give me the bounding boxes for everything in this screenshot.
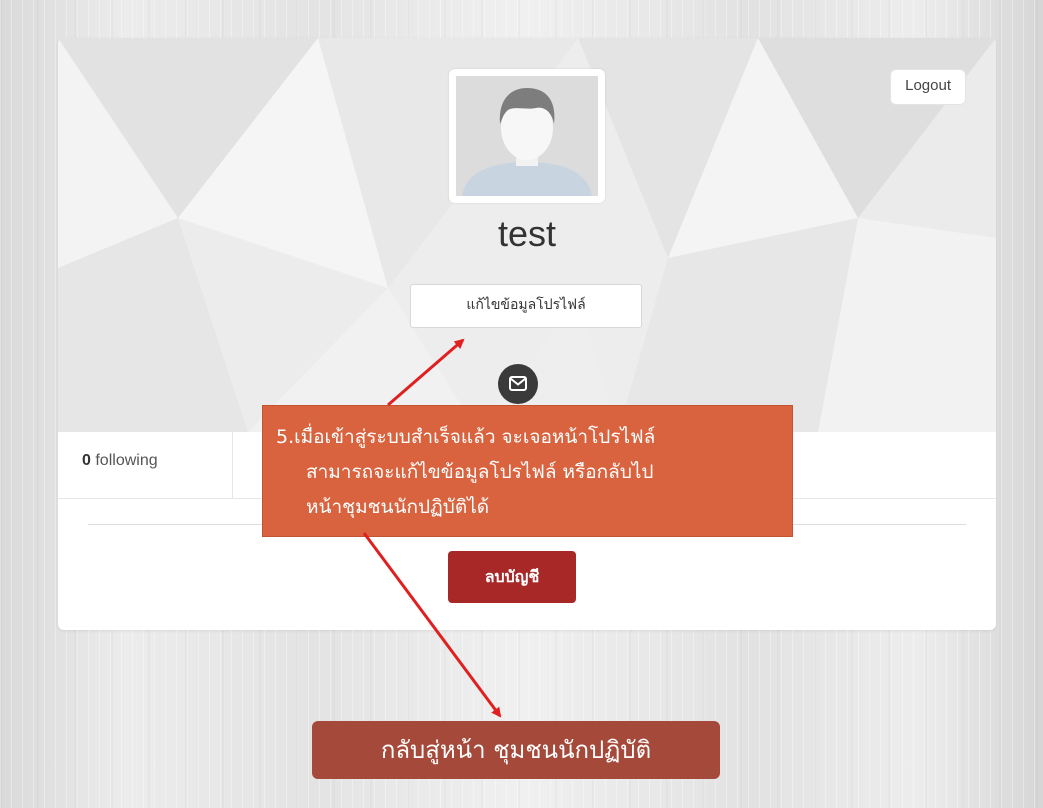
profile-card: Logout test แก้ไขข้อมูลโปรไฟล์ 0 followi… [58,38,996,630]
callout-line: สามารถจะแก้ไขข้อมูลโปรไฟล์ หรือกลับไป [306,461,654,483]
message-button[interactable] [498,364,538,404]
avatar [449,69,605,203]
following-stat[interactable]: 0 following [82,452,158,470]
profile-cover: Logout test แก้ไขข้อมูลโปรไฟล์ [58,38,996,432]
back-to-community-button[interactable]: กลับสู่หน้า ชุมชนนักปฏิบัติ [312,721,720,779]
annotation-callout: 5.เมื่อเข้าสู่ระบบสำเร็จแล้ว จะเจอหน้าโป… [262,405,793,537]
callout-line: 5.เมื่อเข้าสู่ระบบสำเร็จแล้ว จะเจอหน้าโป… [276,426,656,448]
callout-line: หน้าชุมชนนักปฏิบัติได้ [306,496,490,518]
following-label: following [95,452,158,469]
default-user-avatar-icon [456,76,598,196]
following-count: 0 [82,452,91,469]
envelope-icon [509,376,527,391]
username: test [497,213,557,254]
stat-divider [232,432,233,498]
logout-button[interactable]: Logout [890,69,966,105]
delete-account-button[interactable]: ลบบัญชี [448,551,576,603]
edit-profile-button[interactable]: แก้ไขข้อมูลโปรไฟล์ [410,284,642,328]
